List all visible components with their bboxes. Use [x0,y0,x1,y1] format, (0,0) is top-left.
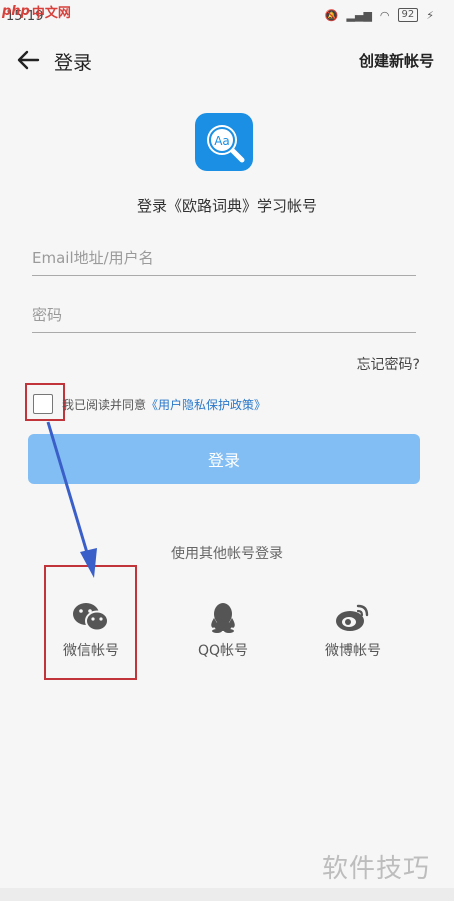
weibo-login-button[interactable]: 微博帐号 [298,600,408,660]
mute-icon: 🔕 [324,8,339,22]
back-arrow-icon[interactable] [14,46,42,74]
privacy-policy-link[interactable]: 《用户隐私保护政策》 [146,398,266,412]
bottom-strip [0,888,454,901]
watermark-cn: 中文网 [31,5,71,21]
other-login-label: 使用其他帐号登录 [171,546,283,562]
logo-text: Aa [214,134,230,148]
login-heading: 登录《欧路词典》学习帐号 [136,197,317,215]
checkbox-highlight-annotation [25,383,65,421]
qq-penguin-icon [211,603,235,633]
status-bar: 15:19 php 中文网 🔕 ▂▄▆ ◠ 92 ⚡ [0,0,454,32]
email-field[interactable] [32,241,416,275]
battery-icon: 92 [397,8,419,22]
agreement-label: 我已阅读并同意 [62,398,147,412]
page-title: 登录 [54,52,93,74]
agreement-text: 我已阅读并同意《用户隐私保护政策》 [62,396,266,413]
wifi-icon: ◠ [379,8,390,22]
password-field-wrap [32,298,416,333]
email-field-wrap [32,241,416,276]
qq-label: QQ帐号 [197,643,249,659]
site-watermark: php 中文网 [2,0,71,22]
wechat-highlight-annotation [44,565,137,680]
app-logo: Aa [195,113,253,171]
create-account-link[interactable]: 创建新帐号 [359,50,434,71]
password-field[interactable] [32,298,416,332]
login-button[interactable]: 登录 [28,434,420,484]
signal-icon: ▂▄▆ [346,8,372,22]
forgot-password-link[interactable]: 忘记密码? [357,354,420,374]
charging-icon: ⚡ [426,8,434,22]
watermark-bottom: 软件技巧 [322,854,431,884]
magnifier-logo-icon: Aa [207,125,245,163]
qq-login-button[interactable]: QQ帐号 [168,600,278,660]
weibo-icon [336,604,369,631]
watermark-php: php [2,3,30,19]
weibo-label: 微博帐号 [325,643,381,659]
status-icons: 🔕 ▂▄▆ ◠ 92 ⚡ [325,8,434,22]
